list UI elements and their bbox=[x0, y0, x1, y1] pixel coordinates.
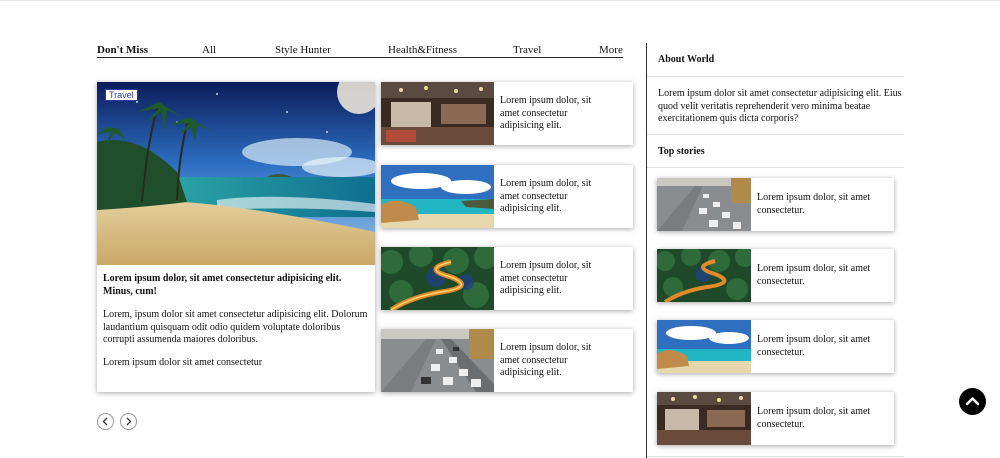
divider bbox=[647, 167, 904, 168]
restaurant-photo bbox=[381, 82, 494, 145]
article-card[interactable]: Lorem ipsum dolor, sit amet consectetur … bbox=[381, 247, 633, 310]
chevron-up-icon bbox=[965, 397, 980, 406]
sidebar-divider bbox=[646, 43, 647, 458]
article-card[interactable]: Lorem ipsum dolor, sit amet consectetur … bbox=[381, 82, 633, 145]
nav-item-all[interactable]: All bbox=[202, 43, 216, 57]
divider bbox=[647, 456, 904, 457]
beach-photo bbox=[97, 82, 375, 265]
nav-item-health-fitness[interactable]: Health&Fitness bbox=[388, 43, 457, 57]
prev-button[interactable] bbox=[97, 413, 114, 430]
article-text: Lorem ipsum dolor, sit amet consectetur … bbox=[500, 95, 592, 131]
nav-title-dont-miss: Don't Miss bbox=[97, 44, 149, 56]
beach-rocks-photo bbox=[657, 320, 751, 373]
winding-road-photo bbox=[381, 247, 494, 310]
winding-road-photo bbox=[657, 249, 751, 302]
top-story-card[interactable]: Lorem ipsum dolor, sit amet consectetur. bbox=[657, 178, 894, 231]
beach-rocks-photo bbox=[381, 165, 494, 228]
about-title: About World bbox=[658, 54, 715, 65]
top-story-card[interactable]: Lorem ipsum dolor, sit amet consectetur. bbox=[657, 249, 894, 302]
restaurant-photo bbox=[657, 392, 751, 445]
category-tag[interactable]: Travel bbox=[105, 89, 138, 101]
story-text: Lorem ipsum dolor, sit amet consectetur. bbox=[757, 192, 871, 216]
featured-body: Lorem, ipsum dolor sit amet consectetur … bbox=[103, 309, 368, 345]
story-text: Lorem ipsum dolor, sit amet consectetur. bbox=[757, 406, 871, 430]
featured-footer: Lorem ipsum dolor sit amet consectetur bbox=[103, 357, 263, 368]
highway-traffic-photo bbox=[657, 178, 751, 231]
article-card[interactable]: Lorem ipsum dolor, sit amet consectetur … bbox=[381, 329, 633, 392]
divider bbox=[647, 76, 904, 77]
featured-title[interactable]: Lorem ipsum dolor, sit amet consectetur … bbox=[103, 272, 369, 298]
top-story-card[interactable]: Lorem ipsum dolor, sit amet consectetur. bbox=[657, 320, 894, 373]
article-text: Lorem ipsum dolor, sit amet consectetur … bbox=[500, 178, 592, 214]
article-text: Lorem ipsum dolor, sit amet consectetur … bbox=[500, 342, 592, 378]
story-text: Lorem ipsum dolor, sit amet consectetur. bbox=[757, 334, 871, 358]
chevron-left-icon bbox=[102, 417, 108, 426]
chevron-right-icon bbox=[126, 417, 132, 426]
nav-item-travel[interactable]: Travel bbox=[513, 43, 541, 57]
next-button[interactable] bbox=[120, 413, 137, 430]
top-story-card[interactable]: Lorem ipsum dolor, sit amet consectetur. bbox=[657, 392, 894, 445]
top-stories-title: Top stories bbox=[658, 146, 705, 157]
about-text: Lorem ipsum dolor sit amet consectetur a… bbox=[658, 88, 902, 124]
article-card[interactable]: Lorem ipsum dolor, sit amet consectetur … bbox=[381, 165, 633, 228]
featured-article-card[interactable]: Travel Lorem ipsum dolor, sit amet conse… bbox=[97, 82, 375, 392]
story-text: Lorem ipsum dolor, sit amet consectetur. bbox=[757, 263, 871, 287]
top-border bbox=[0, 0, 1000, 1]
category-nav: Don't Miss All Style Hunter Health&Fitne… bbox=[97, 43, 623, 58]
article-text: Lorem ipsum dolor, sit amet consectetur … bbox=[500, 260, 592, 296]
nav-item-style-hunter[interactable]: Style Hunter bbox=[275, 43, 331, 57]
highway-traffic-photo bbox=[381, 329, 494, 392]
divider bbox=[647, 134, 904, 135]
nav-item-more[interactable]: More bbox=[599, 43, 623, 57]
scroll-to-top-button[interactable] bbox=[959, 388, 986, 415]
